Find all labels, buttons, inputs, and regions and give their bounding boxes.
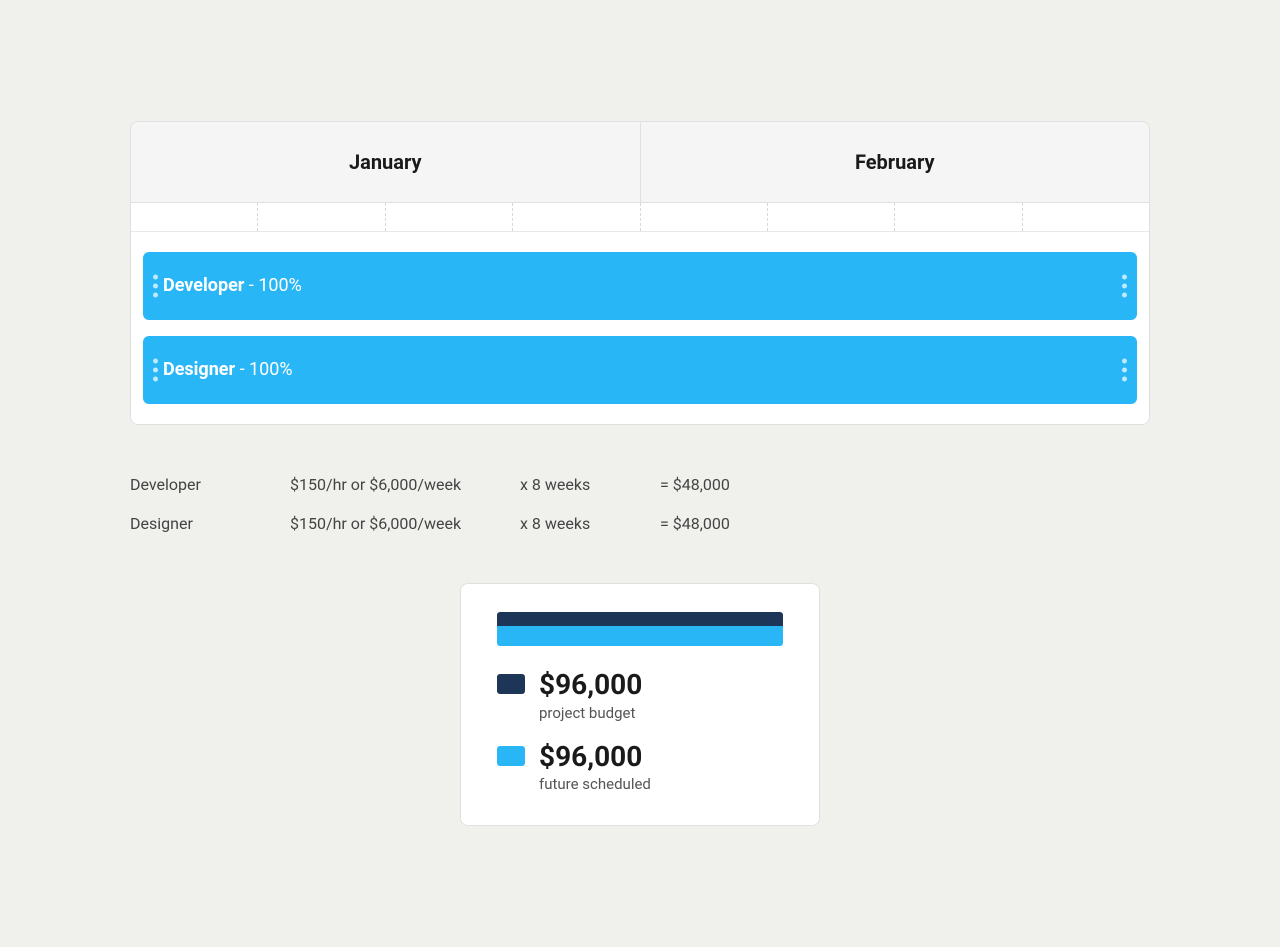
week-cell — [895, 203, 1022, 231]
budget-bar-dark — [497, 612, 783, 626]
developer-bar-container[interactable]: Developer - 100% — [143, 252, 1137, 320]
budget-info-light: $96,000 future scheduled — [539, 742, 651, 794]
cost-table: Developer $150/hr or $6,000/week x 8 wee… — [130, 465, 1150, 543]
developer-bar-label: Developer - 100% — [163, 275, 302, 296]
designer-percentage: 100% — [249, 359, 293, 380]
cost-rate-designer: $150/hr or $6,000/week — [290, 514, 520, 533]
budget-amount-light: $96,000 — [539, 742, 651, 773]
gantt-row-developer: Developer - 100% — [131, 244, 1149, 328]
budget-bar-light — [497, 626, 783, 646]
cost-total-developer: = $48,000 — [660, 475, 780, 494]
month-january: January — [131, 122, 641, 202]
gantt-week-row — [131, 203, 1149, 232]
budget-label-dark: project budget — [539, 704, 642, 722]
designer-bold: Designer — [163, 359, 235, 380]
dot — [153, 367, 158, 372]
designer-bar-container[interactable]: Designer - 100% — [143, 336, 1137, 404]
dot — [1122, 283, 1127, 288]
budget-item-dark: $96,000 project budget — [497, 670, 783, 722]
drag-handle-left[interactable] — [149, 354, 162, 385]
week-cell — [1023, 203, 1149, 231]
designer-pct: - — [240, 359, 249, 380]
dot — [153, 376, 158, 381]
budget-info-dark: $96,000 project budget — [539, 670, 642, 722]
developer-percentage: 100% — [258, 275, 302, 296]
designer-bar-label: Designer - 100% — [163, 359, 293, 380]
week-cell — [386, 203, 513, 231]
month-february: February — [641, 122, 1150, 202]
dot — [153, 274, 158, 279]
gantt-row-designer: Designer - 100% — [131, 328, 1149, 412]
designer-bar[interactable]: Designer - 100% — [143, 336, 1137, 404]
cost-role-developer: Developer — [130, 475, 290, 494]
cost-weeks-developer: x 8 weeks — [520, 475, 660, 494]
dot — [153, 283, 158, 288]
dot — [1122, 367, 1127, 372]
dot — [1122, 274, 1127, 279]
cost-row-developer: Developer $150/hr or $6,000/week x 8 wee… — [130, 465, 1150, 504]
gantt-chart: January February — [130, 121, 1150, 425]
budget-label-light: future scheduled — [539, 775, 651, 793]
gantt-header: January February — [131, 122, 1149, 203]
week-cell — [258, 203, 385, 231]
week-cell — [641, 203, 768, 231]
week-cell — [768, 203, 895, 231]
budget-swatch-light — [497, 746, 525, 766]
main-container: January February — [130, 121, 1150, 827]
gantt-body: Developer - 100% — [131, 232, 1149, 424]
budget-card: $96,000 project budget $96,000 future sc… — [460, 583, 820, 827]
developer-pct: - — [249, 275, 258, 296]
drag-handle-left[interactable] — [149, 270, 162, 301]
cost-role-designer: Designer — [130, 514, 290, 533]
budget-item-light: $96,000 future scheduled — [497, 742, 783, 794]
budget-amount-dark: $96,000 — [539, 670, 642, 701]
week-cell — [131, 203, 258, 231]
drag-handle-right[interactable] — [1118, 270, 1131, 301]
budget-chart — [497, 612, 783, 646]
dot — [1122, 376, 1127, 381]
cost-total-designer: = $48,000 — [660, 514, 780, 533]
budget-swatch-dark — [497, 674, 525, 694]
developer-bold: Developer — [163, 275, 244, 296]
dot — [153, 358, 158, 363]
dot — [1122, 292, 1127, 297]
dot — [1122, 358, 1127, 363]
cost-row-designer: Designer $150/hr or $6,000/week x 8 week… — [130, 504, 1150, 543]
developer-bar[interactable]: Developer - 100% — [143, 252, 1137, 320]
week-cell — [513, 203, 640, 231]
cost-weeks-designer: x 8 weeks — [520, 514, 660, 533]
drag-handle-right[interactable] — [1118, 354, 1131, 385]
cost-rate-developer: $150/hr or $6,000/week — [290, 475, 520, 494]
dot — [153, 292, 158, 297]
